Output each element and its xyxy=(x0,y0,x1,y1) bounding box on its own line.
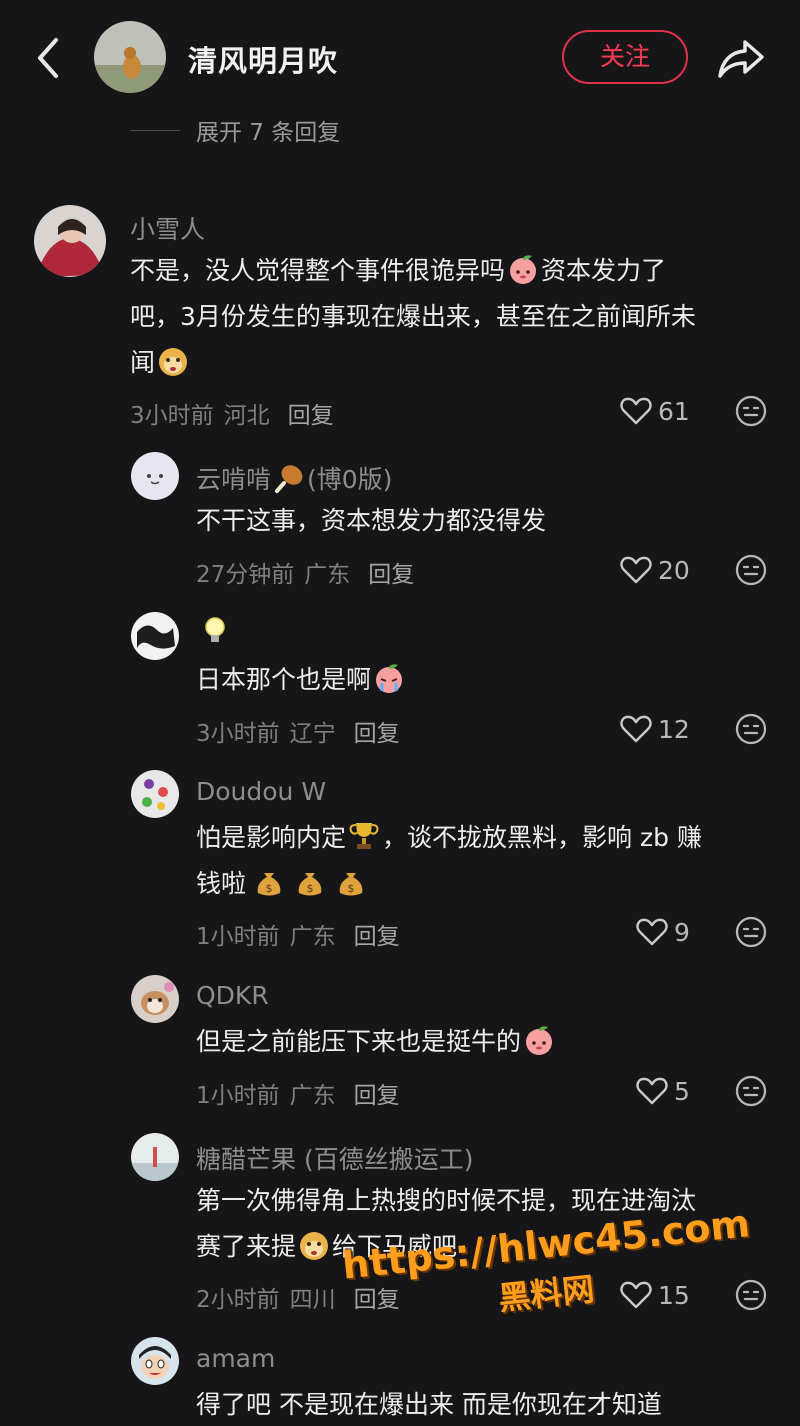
comment-text: 日本那个也是啊 xyxy=(196,657,407,703)
avatar[interactable] xyxy=(131,1337,179,1385)
author-name[interactable]: 清风明月吹 xyxy=(188,38,338,80)
comment-location: 广东 xyxy=(289,924,336,950)
comment-text: 但是之前能压下来也是挺牛的 xyxy=(196,1019,557,1065)
trophy-emoji xyxy=(349,823,379,849)
comment-text: 闻 xyxy=(130,340,191,386)
reply-button[interactable]: 回复 xyxy=(354,721,400,747)
heart-icon xyxy=(620,556,652,584)
comment-time: 1小时前 xyxy=(196,1083,280,1109)
comment-location: 四川 xyxy=(289,1287,336,1313)
like-count: 9 xyxy=(674,917,690,947)
heart-icon xyxy=(620,715,652,743)
comment-text: 不是，没人觉得整个事件很诡异吗 资本发力了 xyxy=(130,248,666,294)
comment-meta: 27分钟前 广东 回复 xyxy=(196,555,414,589)
drumstick-emoji xyxy=(275,465,303,493)
svg-text:$: $ xyxy=(307,882,314,895)
comment-time: 2小时前 xyxy=(196,1287,280,1313)
money-bag-emoji: $ xyxy=(257,873,281,896)
comment-username[interactable]: Doudou W xyxy=(196,777,326,806)
comment-time: 3小时前 xyxy=(130,403,214,429)
heart-icon xyxy=(636,1077,668,1105)
crying-emoji xyxy=(376,664,403,693)
lightbulb-emoji xyxy=(205,617,225,642)
monkey-emoji xyxy=(159,348,188,376)
like-count: 5 xyxy=(674,1076,690,1106)
like-button[interactable]: 20 xyxy=(620,553,690,587)
comment-time: 27分钟前 xyxy=(196,562,295,588)
peach-emoji xyxy=(510,255,537,284)
comment-time: 3小时前 xyxy=(196,721,280,747)
comment-text: 得了吧 不是现在爆出来 而是你现在才知道 xyxy=(196,1390,662,1419)
avatar[interactable] xyxy=(131,770,179,818)
comment-username[interactable]: 糖醋芒果 (百德丝搬运工) xyxy=(196,1140,473,1176)
more-icon[interactable] xyxy=(734,712,768,746)
expand-replies[interactable]: 展开 7 条回复 xyxy=(130,112,340,148)
follow-button[interactable]: 关注 xyxy=(562,30,688,84)
comment-text: 怕是影响内定 ，谈不拢放黑料，影响 zb 赚 xyxy=(196,815,702,861)
top-bar: 清风明月吹 关注 xyxy=(0,0,800,116)
comment-username[interactable]: 云啃啃 (博0版) xyxy=(196,460,392,496)
money-bag-emoji: $ xyxy=(298,873,322,896)
peach-emoji xyxy=(526,1026,553,1055)
like-count: 12 xyxy=(658,714,690,744)
like-button[interactable]: 9 xyxy=(636,915,690,949)
avatar[interactable] xyxy=(131,452,179,500)
divider xyxy=(130,129,180,131)
more-icon[interactable] xyxy=(734,394,768,428)
more-icon[interactable] xyxy=(734,915,768,949)
like-count: 20 xyxy=(658,555,690,585)
money-bag-emoji: $ xyxy=(339,873,363,896)
svg-text:$: $ xyxy=(266,882,273,895)
share-icon[interactable] xyxy=(716,36,766,80)
comment-text: 吧，3月份发生的事现在爆出来，甚至在之前闻所未 xyxy=(130,302,696,331)
avatar[interactable] xyxy=(34,205,106,277)
like-button[interactable]: 61 xyxy=(620,394,690,428)
avatar[interactable] xyxy=(131,612,179,660)
comment-meta: 3小时前 辽宁 回复 xyxy=(196,714,400,748)
expand-replies-label[interactable]: 展开 7 条回复 xyxy=(196,113,340,147)
comment-location: 广东 xyxy=(289,1083,336,1109)
reply-button[interactable]: 回复 xyxy=(288,403,334,429)
svg-text:$: $ xyxy=(348,882,355,895)
comment-location: 广东 xyxy=(304,562,351,588)
comment-time: 1小时前 xyxy=(196,924,280,950)
comment-username[interactable]: QDKR xyxy=(196,981,269,1010)
more-icon[interactable] xyxy=(734,1074,768,1108)
reply-button[interactable]: 回复 xyxy=(354,924,400,950)
back-icon[interactable] xyxy=(30,36,70,80)
like-button[interactable]: 12 xyxy=(620,712,690,746)
reply-button[interactable]: 回复 xyxy=(368,562,414,588)
reply-button[interactable]: 回复 xyxy=(354,1083,400,1109)
comment-location: 辽宁 xyxy=(289,721,336,747)
monkey-emoji xyxy=(300,1232,329,1260)
comment-username[interactable]: amam xyxy=(196,1344,275,1373)
comment-text: 不干这事，资本想发力都没得发 xyxy=(196,506,547,535)
comment-text: 钱啦 $ $ $ xyxy=(196,861,369,907)
like-count: 61 xyxy=(658,396,690,426)
avatar[interactable] xyxy=(131,975,179,1023)
comment-meta: 3小时前 河北 回复 xyxy=(130,396,334,430)
comment-meta: 1小时前 广东 回复 xyxy=(196,1076,400,1110)
author-avatar[interactable] xyxy=(94,21,166,93)
more-icon[interactable] xyxy=(734,553,768,587)
heart-icon xyxy=(620,397,652,425)
like-button[interactable]: 5 xyxy=(636,1074,690,1108)
avatar[interactable] xyxy=(131,1133,179,1181)
comment-location: 河北 xyxy=(223,403,270,429)
comment-meta: 1小时前 广东 回复 xyxy=(196,917,400,951)
comment-username[interactable]: 小雪人 xyxy=(130,210,205,246)
heart-icon xyxy=(636,918,668,946)
